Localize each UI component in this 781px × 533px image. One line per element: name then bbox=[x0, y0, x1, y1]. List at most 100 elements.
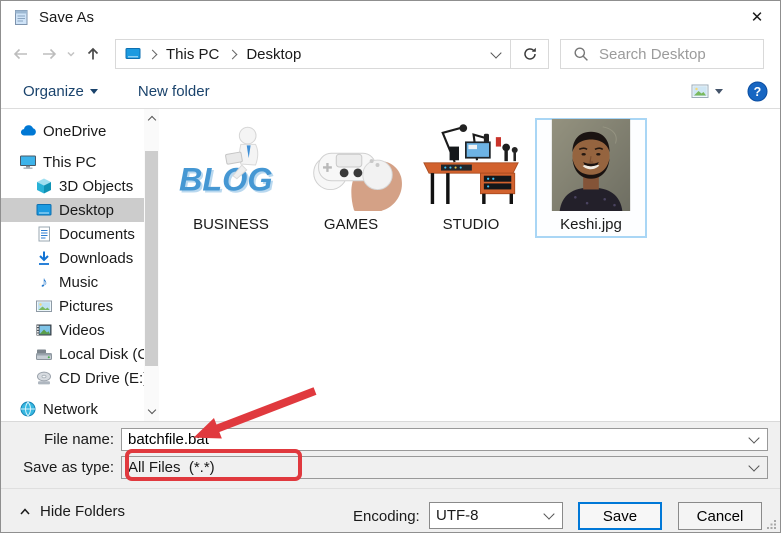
scrollbar-thumb[interactable] bbox=[145, 151, 158, 366]
help-icon: ? bbox=[747, 81, 768, 102]
search-icon bbox=[574, 47, 588, 61]
sidebar-item-label: Local Disk (C bbox=[59, 345, 144, 363]
game-controller-thumbnail bbox=[297, 120, 405, 211]
save-button[interactable]: Save bbox=[578, 502, 662, 530]
title-bar: Save As ✕ bbox=[1, 1, 780, 33]
refresh-icon[interactable] bbox=[511, 39, 549, 69]
sidebar-item-label: This PC bbox=[43, 153, 97, 171]
network-globe-icon bbox=[19, 400, 37, 418]
scroll-up-icon[interactable] bbox=[144, 111, 159, 126]
file-tile-studio[interactable]: STUDIO bbox=[415, 118, 527, 238]
up-icon[interactable] bbox=[79, 40, 107, 68]
thumbnail-view-icon bbox=[691, 84, 709, 98]
file-name-label: File name: bbox=[43, 431, 114, 448]
file-label: Keshi.jpg bbox=[560, 216, 622, 233]
studio-desk-thumbnail bbox=[417, 119, 525, 211]
breadcrumb[interactable]: This PC Desktop bbox=[115, 39, 511, 69]
sidebar-item-label: Downloads bbox=[59, 249, 134, 267]
music-note-icon: ♪ bbox=[40, 273, 48, 291]
sidebar-item-label: Videos bbox=[59, 321, 105, 339]
file-list: BLOG BLOG BUSINESS GAMES STUDIO Keshi.jp… bbox=[159, 109, 780, 421]
chevron-down-icon bbox=[715, 89, 723, 94]
sidebar-item-label: Documents bbox=[59, 225, 135, 243]
onedrive-cloud-icon bbox=[19, 122, 37, 140]
dialog-footer: File name: Save as type: All Files (*.*)… bbox=[1, 421, 780, 532]
new-folder-label: New folder bbox=[137, 83, 210, 100]
folder-sidebar: OneDrive This PC 3D Objects Desktop Docu… bbox=[1, 109, 144, 421]
svg-text:BLOG: BLOG bbox=[179, 162, 273, 198]
sidebar-scrollbar[interactable] bbox=[144, 109, 159, 421]
forward-icon[interactable] bbox=[35, 40, 63, 68]
sidebar-item-3d-objects[interactable]: 3D Objects bbox=[1, 174, 144, 198]
cd-disc-icon bbox=[35, 369, 53, 387]
notepad-icon bbox=[15, 10, 28, 25]
organize-label: Organize bbox=[23, 83, 84, 100]
sidebar-item-label: Pictures bbox=[59, 297, 114, 315]
sidebar-item-label: CD Drive (E:) bbox=[59, 369, 144, 387]
save-as-dialog: Save As ✕ This PC Desktop Search Desktop… bbox=[0, 0, 781, 533]
download-arrow-icon bbox=[35, 249, 53, 267]
hide-folders-button[interactable]: Hide Folders bbox=[13, 502, 131, 521]
3d-cube-icon bbox=[35, 177, 53, 195]
sidebar-item-music[interactable]: ♪ Music bbox=[1, 270, 144, 294]
sidebar-item-onedrive[interactable]: OneDrive bbox=[1, 119, 144, 143]
file-tile-business[interactable]: BLOG BLOG BUSINESS bbox=[175, 118, 287, 238]
footer-button-bar: Hide Folders Encoding: UTF-8 Save Cancel bbox=[1, 488, 780, 532]
dialog-body: OneDrive This PC 3D Objects Desktop Docu… bbox=[1, 109, 780, 421]
recent-locations-chevron-icon[interactable] bbox=[63, 40, 79, 68]
file-label: GAMES bbox=[323, 216, 379, 233]
sidebar-item-pictures[interactable]: Pictures bbox=[1, 294, 144, 318]
file-tile-games[interactable]: GAMES bbox=[295, 118, 407, 238]
sidebar-item-desktop[interactable]: Desktop bbox=[1, 198, 144, 222]
help-button[interactable]: ? bbox=[747, 81, 768, 102]
chevron-up-icon bbox=[20, 508, 30, 515]
hide-folders-label: Hide Folders bbox=[40, 503, 126, 520]
encoding-label: Encoding: bbox=[353, 508, 420, 525]
computer-monitor-icon bbox=[19, 153, 37, 171]
sidebar-item-network[interactable]: Network bbox=[1, 397, 144, 421]
command-toolbar: Organize New folder ? bbox=[1, 75, 780, 109]
sidebar-item-videos[interactable]: Videos bbox=[1, 318, 144, 342]
chevron-down-icon[interactable] bbox=[748, 432, 760, 444]
breadcrumb-this-pc[interactable]: This PC bbox=[158, 46, 227, 63]
close-icon[interactable]: ✕ bbox=[734, 1, 780, 33]
new-folder-button[interactable]: New folder bbox=[130, 79, 218, 104]
file-tile-keshi-jpg[interactable]: Keshi.jpg bbox=[535, 118, 647, 238]
sidebar-item-local-disk-c[interactable]: Local Disk (C bbox=[1, 342, 144, 366]
search-input[interactable] bbox=[597, 44, 757, 64]
sidebar-item-label: 3D Objects bbox=[59, 177, 134, 195]
sidebar-item-this-pc[interactable]: This PC bbox=[1, 150, 144, 174]
svg-text:?: ? bbox=[754, 85, 762, 99]
save-as-type-row: Save as type: All Files (*.*) bbox=[1, 456, 768, 479]
file-name-combobox bbox=[121, 428, 768, 451]
breadcrumb-desktop[interactable]: Desktop bbox=[238, 46, 309, 63]
encoding-select[interactable]: UTF-8 bbox=[429, 502, 563, 529]
desktop-monitor-icon bbox=[35, 201, 53, 219]
document-icon bbox=[35, 225, 53, 243]
sidebar-item-label: Music bbox=[59, 273, 99, 291]
sidebar-item-label: Network bbox=[43, 400, 99, 418]
sidebar-item-cd-drive-e[interactable]: CD Drive (E:) bbox=[1, 366, 144, 390]
sidebar-item-label: OneDrive bbox=[43, 122, 107, 140]
scroll-down-icon[interactable] bbox=[144, 404, 159, 419]
blog-figure-thumbnail: BLOG BLOG bbox=[177, 120, 285, 211]
organize-button[interactable]: Organize bbox=[15, 79, 106, 104]
file-label: BUSINESS bbox=[193, 216, 269, 233]
back-icon[interactable] bbox=[7, 40, 35, 68]
file-name-input[interactable] bbox=[122, 431, 750, 448]
chevron-down-icon bbox=[748, 460, 760, 472]
hard-disk-icon bbox=[35, 345, 53, 363]
file-name-row: File name: bbox=[1, 428, 768, 451]
breadcrumb-chevron-icon bbox=[147, 49, 158, 59]
resize-grip[interactable] bbox=[767, 519, 777, 529]
chevron-down-icon bbox=[89, 89, 98, 94]
address-dropdown-icon[interactable] bbox=[482, 40, 510, 68]
cancel-button[interactable]: Cancel bbox=[678, 502, 762, 530]
toolbar-right-group: ? bbox=[689, 81, 768, 102]
change-view-button[interactable] bbox=[689, 82, 725, 101]
sidebar-item-downloads[interactable]: Downloads bbox=[1, 246, 144, 270]
file-label: STUDIO bbox=[442, 216, 500, 233]
save-as-type-select[interactable]: All Files (*.*) bbox=[121, 456, 768, 479]
sidebar-item-documents[interactable]: Documents bbox=[1, 222, 144, 246]
navigation-bar: This PC Desktop bbox=[1, 33, 780, 75]
